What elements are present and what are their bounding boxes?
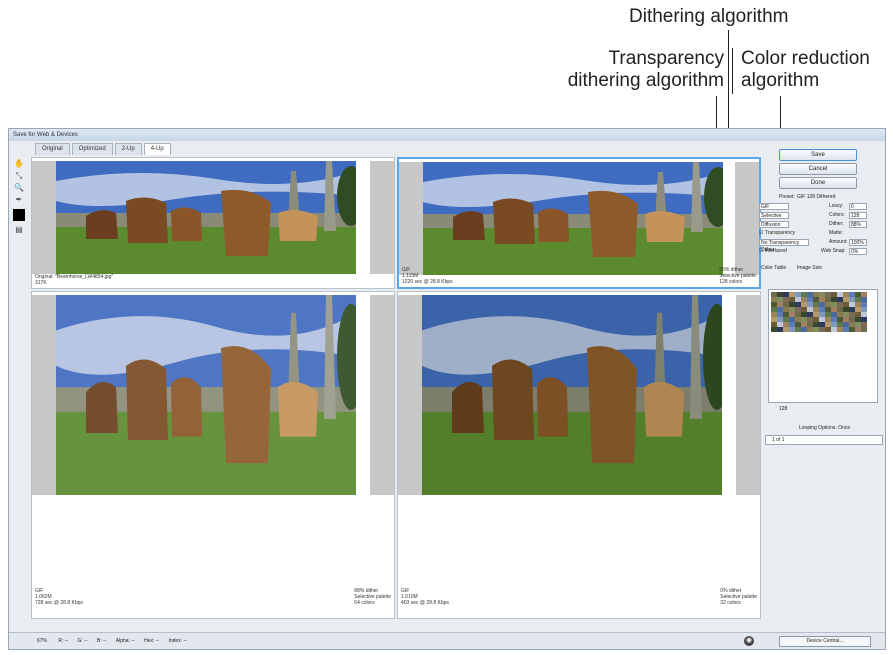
eyedropper-tool-icon[interactable]: ✒ — [13, 195, 25, 205]
looping-select[interactable]: Once — [838, 425, 850, 431]
color-reduction-select[interactable]: Selective — [759, 212, 789, 219]
tab-color-table[interactable]: Color Table — [761, 264, 786, 273]
color-table: 128 — [768, 289, 878, 412]
zoom-select[interactable]: 67% — [37, 638, 47, 644]
r-readout: R: -- — [58, 638, 69, 644]
color-swatch[interactable] — [861, 327, 867, 332]
toggle-slices-icon[interactable]: ▤ — [13, 225, 25, 235]
tab-4-up[interactable]: 4-Up — [143, 143, 171, 155]
dither-label: Dither: — [829, 221, 844, 227]
transparency-dither-select[interactable]: No Transparency Dither — [759, 239, 809, 253]
view-tabs: Original Optimized 2-Up 4-Up — [35, 143, 173, 155]
lossy-field[interactable]: 0 — [849, 203, 867, 210]
pane-optimized-2[interactable]: GIF 1.062M 728 sec @ 28.8 Kbps 88% dither S… — [31, 291, 395, 619]
horses-photo — [423, 162, 723, 275]
callout-transparency: Transparency dithering algorithm — [567, 48, 724, 91]
hand-tool-icon[interactable]: ✋ — [13, 159, 25, 169]
horses-photo — [422, 295, 722, 495]
done-button[interactable]: Done — [779, 177, 857, 189]
horses-photo — [56, 295, 356, 495]
callout-color-reduction: Color reduction algorithm — [741, 48, 870, 91]
colors-label: Colors: — [829, 212, 845, 218]
index-readout: Index: -- — [168, 638, 187, 644]
slice-select-tool-icon[interactable]: ⤡ — [13, 171, 25, 181]
horses-photo — [56, 161, 356, 274]
cancel-button[interactable]: Cancel — [779, 163, 857, 175]
looping-options-label: Looping Options: — [799, 425, 837, 431]
websnap-field[interactable]: 0% — [849, 248, 867, 255]
matte-label: Matte: — [829, 230, 843, 236]
lossy-label: Lossy: — [829, 203, 844, 209]
save-button[interactable]: Save — [779, 149, 857, 161]
b-readout: B: -- — [96, 638, 107, 644]
callout-dithering: Dithering algorithm — [629, 6, 789, 27]
color-table-grid[interactable] — [771, 292, 867, 332]
preset-label: Preset: — [779, 194, 795, 200]
preset-select[interactable]: GIF 128 Dithered — [797, 193, 835, 202]
colors-field[interactable]: 128 — [849, 212, 867, 219]
alpha-readout: Alpha: -- — [115, 638, 135, 644]
settings-panel: Save Cancel Done Preset: GIF 128 Dithere… — [757, 147, 883, 273]
interlaced-checkbox[interactable]: ☐ Interlaced — [759, 247, 787, 256]
pane-optimized-1[interactable]: GIF 1.115M 1220 sec @ 28.8 Kbps 85% dither… — [397, 157, 761, 289]
hex-readout: Hex: -- — [144, 638, 160, 644]
g-readout: G: -- — [77, 638, 88, 644]
dither-field[interactable]: 88% — [849, 221, 867, 228]
status-bar: 67% R: -- G: -- B: -- Alpha: -- Hex: -- … — [9, 632, 885, 649]
eyedropper-color-swatch[interactable] — [13, 209, 25, 221]
pane-original[interactable]: Original: "Beamhorse_LW4854.jpg" 317K — [31, 157, 395, 289]
frame-counter: 1 of 1 — [772, 437, 785, 443]
tab-optimized[interactable]: Optimized — [71, 143, 113, 155]
pane-optimized-3[interactable]: GIF 1.010M 403 sec @ 28.8 Kbps 0% dither Se… — [397, 291, 761, 619]
amount-label: Amount: — [829, 239, 848, 245]
device-central-button[interactable]: Device Central... — [779, 636, 871, 647]
transparency-checkbox[interactable]: ☑ Transparency — [759, 229, 795, 238]
tab-original[interactable]: Original — [35, 143, 70, 155]
preview-in-browser-icon[interactable]: ◉ — [744, 636, 754, 646]
zoom-tool-icon[interactable]: 🔍 — [13, 183, 25, 193]
websnap-label: Web Snap: — [821, 248, 846, 254]
tab-2-up[interactable]: 2-Up — [114, 143, 142, 155]
amount-field[interactable]: 100% — [849, 239, 867, 246]
color-count: 128 — [779, 406, 788, 412]
dither-algorithm-select[interactable]: Diffusion — [759, 221, 789, 228]
toolbox: ✋ ⤡ 🔍 ✒ ▤ — [11, 157, 27, 237]
window-title: Save for Web & Devices — [9, 129, 885, 141]
separator-line — [732, 48, 733, 94]
tab-image-size[interactable]: Image Size — [797, 264, 822, 273]
save-for-web-window: Save for Web & Devices Original Optimize… — [8, 128, 886, 650]
format-select[interactable]: GIF — [759, 203, 789, 210]
